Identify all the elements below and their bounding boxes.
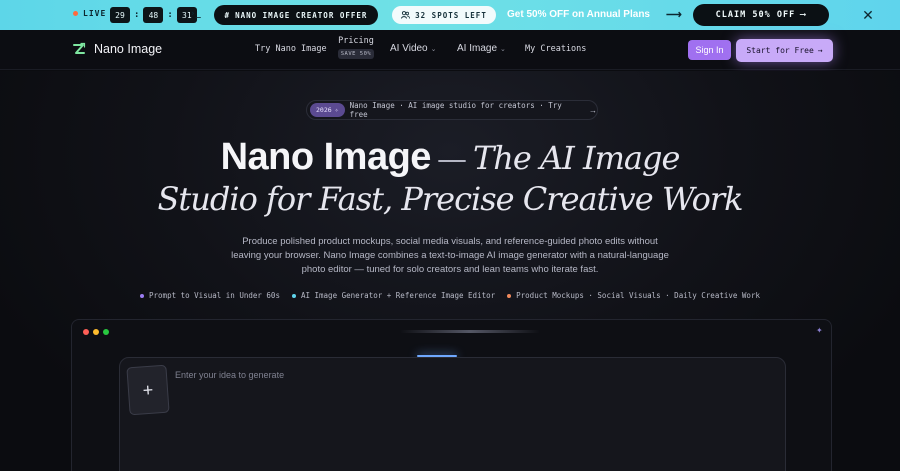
feature-item: AI Image Generator + Reference Image Edi…	[291, 291, 496, 300]
start-for-free-label: Start for Free	[746, 46, 814, 55]
sign-in-button[interactable]: Sign In	[688, 40, 731, 60]
hero-title-italic: The AI Image	[472, 139, 680, 177]
sparkle-icon: ✧	[334, 106, 339, 114]
announcement-pill[interactable]: 2026 ✧ Nano Image · AI image studio for …	[306, 100, 598, 120]
brand-logo[interactable]: Nano Image	[72, 42, 162, 56]
window-minimize-dot-icon	[93, 329, 99, 335]
window-maximize-dot-icon	[103, 329, 109, 335]
spots-left-label: 32 SPOTS LEFT	[415, 10, 487, 20]
arrow-right-icon: ⟶	[800, 10, 807, 20]
hero-title-brand: Nano Image	[220, 136, 432, 178]
feature-item: Product Mockups · Social Visuals · Daily…	[507, 291, 760, 300]
nav-ai-video[interactable]: AI Video ⌄	[390, 43, 437, 54]
timer-minutes: 48	[143, 7, 164, 23]
feature-list: Prompt to Visual in Under 60s AI Image G…	[0, 291, 900, 300]
live-indicator: LIVE	[73, 9, 106, 18]
nav-try-nano-image[interactable]: Try Nano Image	[255, 44, 327, 54]
start-for-free-button[interactable]: Start for Free →	[736, 39, 833, 62]
hero-title-italic: Studio for Fast, Precise Creative Work	[157, 180, 743, 218]
feature-label: Prompt to Visual in Under 60s	[149, 291, 280, 300]
live-dot-icon	[73, 11, 78, 16]
hash-icon: #	[224, 10, 231, 20]
terminal-prompt-icon: ›_	[190, 9, 201, 19]
promo-banner: LIVE 29 : 48 : 31 ›_ # NANO IMAGE CREATO…	[0, 0, 900, 30]
nav-ai-image[interactable]: AI Image ⌄	[457, 43, 506, 54]
generator-window: ✦ +	[71, 319, 832, 471]
year-badge-label: 2026	[316, 106, 332, 114]
countdown-timer: 29 : 48 : 31	[110, 7, 197, 23]
prompt-input[interactable]	[175, 368, 675, 382]
nav-pricing[interactable]: Pricing SAVE 50%	[338, 36, 374, 59]
brand-name: Nano Image	[94, 42, 163, 56]
feature-label: AI Image Generator + Reference Image Edi…	[300, 291, 496, 300]
arrow-right-icon: →	[817, 46, 823, 55]
year-badge: 2026 ✧	[310, 103, 345, 117]
logo-icon	[73, 42, 86, 54]
live-label: LIVE	[83, 9, 107, 18]
save-badge: SAVE 50%	[338, 49, 374, 59]
add-image-button[interactable]: +	[126, 364, 170, 416]
hero-subtext: Produce polished product mockups, social…	[231, 236, 669, 275]
hero-title-line-1: Nano Image — The AI Image	[0, 136, 900, 179]
bullet-dot-icon	[507, 293, 512, 298]
arrow-right-icon: →	[589, 105, 597, 115]
offer-label: NANO IMAGE CREATOR OFFER	[235, 10, 368, 20]
top-nav: Nano Image Try Nano Image Pricing SAVE 5…	[0, 30, 900, 70]
bullet-dot-icon	[140, 293, 145, 298]
window-close-dot-icon	[83, 329, 89, 335]
promo-headline: Get 50% OFF on Annual Plans	[507, 9, 650, 20]
claim-offer-label: CLAIM 50% OFF	[715, 10, 796, 20]
ai-video-label: AI Video	[390, 43, 428, 54]
timer-separator: :	[167, 10, 173, 20]
feature-label: Product Mockups · Social Visuals · Daily…	[516, 291, 760, 300]
hero-title-line-2: Studio for Fast, Precise Creative Work	[0, 180, 900, 218]
announcement-text: Nano Image · AI image studio for creator…	[349, 101, 562, 119]
close-icon[interactable]: ✕	[860, 7, 876, 23]
ai-image-label: AI Image	[457, 43, 498, 54]
plus-icon: +	[142, 379, 154, 400]
timer-separator: :	[134, 10, 140, 20]
offer-pill: # NANO IMAGE CREATOR OFFER	[214, 5, 378, 25]
feature-item: Prompt to Visual in Under 60s	[140, 291, 280, 300]
arrow-right-icon: ⟶	[666, 9, 682, 21]
spots-left-pill: 32 SPOTS LEFT	[392, 6, 496, 24]
sparkle-icon: ✦	[816, 326, 823, 335]
window-glow-bar	[400, 330, 540, 333]
chevron-down-icon: ⌄	[430, 46, 437, 53]
bullet-dot-icon	[291, 293, 296, 298]
pricing-label: Pricing	[338, 36, 374, 46]
claim-offer-button[interactable]: CLAIM 50% OFF ⟶	[693, 4, 829, 26]
hero-title-dash: —	[436, 142, 467, 177]
timer-hours: 29	[110, 7, 130, 23]
users-icon	[401, 11, 411, 19]
prompt-box: +	[119, 357, 786, 471]
nav-my-creations[interactable]: My Creations	[525, 44, 586, 54]
chevron-down-icon: ⌄	[500, 46, 506, 53]
